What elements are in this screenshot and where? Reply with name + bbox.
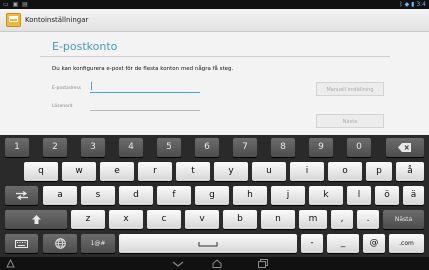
key-aring[interactable]: å — [396, 162, 424, 181]
key-f[interactable]: f — [157, 186, 191, 205]
tab-key[interactable] — [5, 186, 38, 205]
text-cursor — [91, 82, 92, 90]
tab-icon — [15, 191, 28, 200]
key-5[interactable]: 5 — [157, 138, 181, 157]
backspace-key[interactable] — [386, 138, 424, 157]
next-button[interactable]: Nästa — [316, 114, 384, 128]
key-underscore[interactable]: _ — [327, 234, 359, 253]
key-o[interactable]: o — [328, 162, 362, 181]
key-k[interactable]: k — [309, 186, 343, 205]
settings-account-icon[interactable] — [6, 13, 21, 27]
key-n[interactable]: n — [261, 210, 295, 229]
space-icon — [198, 242, 218, 247]
key-9[interactable]: 9 — [309, 138, 333, 157]
key-4[interactable]: 4 — [119, 138, 143, 157]
page-title: E-postkonto — [52, 40, 118, 53]
notification-icon[interactable] — [6, 258, 15, 270]
key-8[interactable]: 8 — [271, 138, 295, 157]
key-3[interactable]: 3 — [81, 138, 105, 157]
key-l[interactable]: l — [347, 186, 371, 205]
action-bar: Kontoinställningar — [0, 9, 429, 32]
key-2[interactable]: 2 — [43, 138, 67, 157]
key-6[interactable]: 6 — [195, 138, 219, 157]
keyboard-settings-key[interactable] — [5, 234, 38, 253]
home-icon[interactable] — [212, 259, 222, 270]
key-m[interactable]: m — [299, 210, 327, 229]
space-key[interactable] — [119, 234, 297, 253]
key-b[interactable]: b — [223, 210, 257, 229]
manual-setup-button[interactable]: Manuell inställning — [316, 82, 384, 96]
key-p[interactable]: p — [366, 162, 392, 181]
next-key[interactable]: Nästa — [383, 210, 424, 229]
shift-key[interactable] — [5, 210, 67, 229]
password-field-underline — [90, 110, 200, 111]
key-t[interactable]: t — [176, 162, 210, 181]
symbols-key[interactable]: 1@# — [81, 234, 115, 253]
status-bar: ▭ ▣ ▤ ᛒ ◆ ▮ 3:4 — [0, 0, 429, 9]
key-dash[interactable]: - — [301, 234, 323, 253]
keyboard-icon — [15, 240, 28, 248]
language-key[interactable] — [43, 234, 77, 253]
key-g[interactable]: g — [195, 186, 229, 205]
key-x[interactable]: x — [109, 210, 143, 229]
key-o-umlaut[interactable]: ö — [375, 186, 399, 205]
key-0[interactable]: 0 — [347, 138, 371, 157]
key-d[interactable]: d — [119, 186, 153, 205]
key-a[interactable]: a — [43, 186, 77, 205]
recent-apps-icon[interactable] — [258, 259, 268, 270]
intro-text: Du kan konfigurera e-post för de flesta … — [52, 66, 234, 72]
key-comma[interactable]: , — [331, 210, 353, 229]
back-icon[interactable] — [172, 259, 184, 270]
action-bar-title: Kontoinställningar — [25, 16, 89, 24]
key-u[interactable]: u — [252, 162, 286, 181]
globe-icon — [54, 238, 66, 249]
password-field[interactable] — [93, 101, 198, 109]
key-q[interactable]: q — [24, 162, 58, 181]
key-j[interactable]: j — [271, 186, 305, 205]
key-7[interactable]: 7 — [233, 138, 257, 157]
key-period[interactable]: . — [357, 210, 379, 229]
key-z[interactable]: z — [71, 210, 105, 229]
key-a-umlaut[interactable]: ä — [403, 186, 424, 205]
key-v[interactable]: v — [185, 210, 219, 229]
key-w[interactable]: w — [62, 162, 96, 181]
backspace-icon — [398, 143, 411, 152]
status-icons-right: ᛒ ◆ ▮ 3:4 — [399, 1, 426, 8]
password-label: Lösenord — [52, 104, 73, 109]
key-h[interactable]: h — [233, 186, 267, 205]
key-dotcom[interactable]: .com — [389, 234, 424, 253]
on-screen-keyboard: 1 2 3 4 5 6 7 8 9 0 q w e r t y u i o p … — [0, 135, 429, 257]
email-field-underline — [90, 92, 200, 93]
key-s[interactable]: s — [81, 186, 115, 205]
email-label: E-postadress — [52, 86, 82, 91]
key-at[interactable]: @ — [363, 234, 385, 253]
shift-icon — [31, 215, 41, 224]
key-y[interactable]: y — [214, 162, 248, 181]
status-icons-left: ▭ ▣ ▤ — [3, 1, 29, 8]
key-c[interactable]: c — [147, 210, 181, 229]
key-i[interactable]: i — [290, 162, 324, 181]
key-e[interactable]: e — [100, 162, 134, 181]
key-r[interactable]: r — [138, 162, 172, 181]
title-divider — [40, 56, 390, 57]
email-field[interactable] — [93, 83, 198, 91]
navigation-bar — [0, 257, 429, 270]
email-setup-content: E-postkonto Du kan konfigurera e-post fö… — [0, 32, 429, 135]
key-1[interactable]: 1 — [5, 138, 29, 157]
